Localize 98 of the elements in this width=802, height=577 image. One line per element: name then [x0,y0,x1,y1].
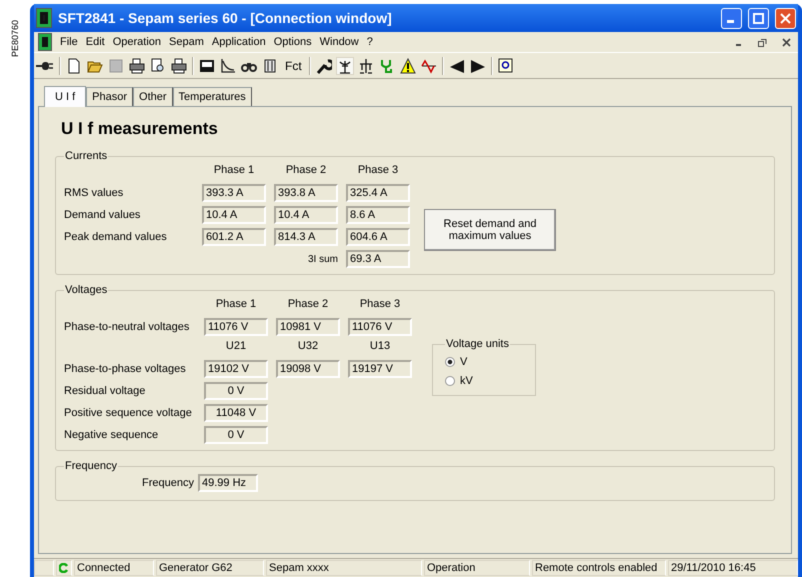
row-label: Phase-to-neutral voltages [64,321,190,333]
value-field: 393.8 A [274,184,338,202]
column-header: U13 [368,340,392,354]
value-field: 393.3 A [202,184,266,202]
status-text: Remote controls enabled [532,560,666,576]
menu-item[interactable]: ? [366,36,373,48]
menu-item[interactable]: Options [274,36,312,48]
value-field: 11048 V [204,404,268,422]
column-header: Phase 3 [356,164,400,178]
row-label: Residual voltage [64,385,146,397]
warning-icon[interactable] [400,58,416,74]
connection-icon [59,563,69,573]
reset-button[interactable]: Reset demand and maximum values [424,209,556,251]
value-field: 601.2 A [202,228,266,246]
menu-item[interactable]: Edit [86,36,105,48]
curve-icon[interactable] [220,58,236,74]
wrench-icon[interactable] [316,58,332,74]
stethoscope-icon[interactable] [378,58,395,74]
column-header: Phase 3 [358,298,402,312]
value-field: 49.99 Hz [198,474,258,492]
antenna-icon[interactable] [336,58,353,74]
display-icon[interactable] [199,58,215,74]
maximize-icon [753,12,764,24]
row-label: Frequency [142,477,194,489]
maximize-button[interactable] [748,8,769,28]
status-text: Connected [74,560,154,576]
value-field: 11076 V [348,318,412,336]
row-label: Phase-to-phase voltages [64,363,187,375]
status-text: Sepam xxxx [266,560,422,576]
group-title: Currents [64,150,108,162]
radio-button[interactable] [445,376,455,386]
tab[interactable]: Temperatures [172,87,252,106]
value-field: 10981 V [276,318,340,336]
status-panel [34,560,54,576]
row-label: Negative sequence [64,429,160,441]
window-title: SFT2841 - Sepam series 60 - [Connection window] [58,10,392,26]
column-header: Phase 2 [284,164,328,178]
value-field: 10.4 A [202,206,266,224]
group-title: Frequency [64,460,118,472]
row-label: Demand values [64,209,142,221]
row-label: Positive sequence voltage [64,407,193,419]
menu-item[interactable]: Operation [112,36,162,48]
value-field: 10.4 A [274,206,338,224]
status-text: Operation [424,560,530,576]
menu-item[interactable]: Sepam [169,36,204,48]
tab[interactable]: U I f [44,86,86,107]
column-header: Phase 1 [214,298,258,312]
printer-icon[interactable] [129,58,145,74]
value-field: 0 V [204,382,268,400]
menu-item[interactable]: Window [320,36,359,48]
network-icon[interactable] [358,58,374,74]
help-icon[interactable] [498,58,514,74]
column-header: U21 [224,340,248,354]
row-label: Peak demand values [64,231,168,243]
print-preview-icon[interactable] [150,58,166,74]
value-field: 19098 V [276,360,340,378]
group-title: Voltages [64,284,108,296]
value-field: 0 V [204,426,268,444]
value-field: 8.6 A [346,206,410,224]
value-field: 69.3 A [346,250,410,268]
app-icon [36,8,52,28]
group-title: Voltage units [445,338,510,350]
value-field: 19102 V [204,360,268,378]
close-button[interactable] [775,8,796,28]
menu-item[interactable]: Application [212,36,266,48]
value-field: 814.3 A [274,228,338,246]
column-header: Phase 2 [286,298,330,312]
tab[interactable]: Phasor [86,87,134,106]
radio-option[interactable]: kV [445,375,525,387]
forward-arrow-icon[interactable] [470,58,486,74]
new-file-icon[interactable] [66,58,82,74]
value-field: 325.4 A [346,184,410,202]
status-text: 29/11/2010 16:45 [668,560,798,576]
sum-label: 3I sum [306,254,338,264]
radio-button[interactable] [445,357,455,367]
value-field: 19197 V [348,360,412,378]
column-header: Phase 1 [212,164,256,178]
close-icon [782,38,790,46]
waveform-icon[interactable] [420,58,437,74]
menu-item[interactable]: File [60,36,78,48]
tab[interactable]: Other [133,87,173,106]
radio-option[interactable]: V [445,356,525,368]
restore-icon [758,38,766,46]
app-icon [38,33,52,51]
back-arrow-icon[interactable] [448,58,465,74]
row-label: RMS values [64,187,124,199]
status-text: Generator G62 [156,560,264,576]
fct-button[interactable]: Fct [283,58,304,72]
printer-icon[interactable] [171,58,187,74]
minimize-icon [736,44,740,46]
value-field: 11076 V [204,318,268,336]
minimize-button[interactable] [721,8,742,28]
close-icon [780,12,791,24]
page-heading: U I f measurements [61,119,219,139]
minimize-icon [726,20,734,22]
figure-code: PE80760 [10,20,20,58]
column-header: U32 [296,340,320,354]
value-field: 604.6 A [346,228,410,246]
